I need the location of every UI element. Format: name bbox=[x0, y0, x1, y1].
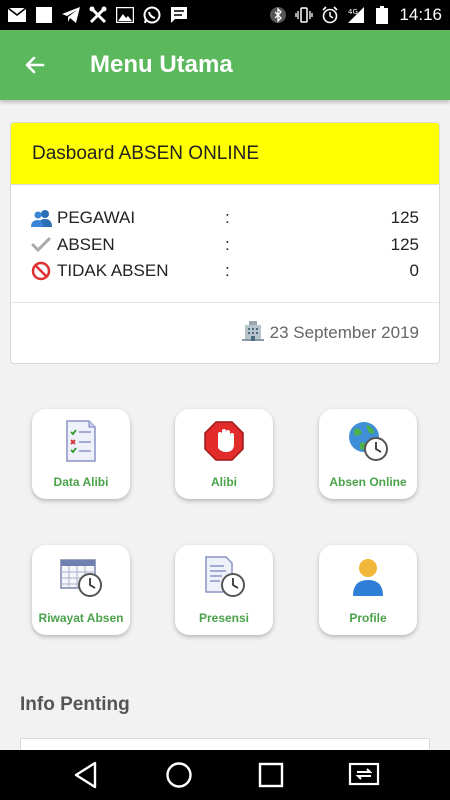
nav-home-button[interactable] bbox=[154, 750, 204, 800]
telegram-icon bbox=[62, 6, 80, 24]
menu-riwayat-absen[interactable]: Riwayat Absen bbox=[32, 545, 130, 635]
nav-switch-button[interactable] bbox=[339, 750, 389, 800]
app-bar: Menu Utama bbox=[0, 30, 450, 100]
image-icon bbox=[116, 6, 134, 24]
stat-row-tidak-absen: TIDAK ABSEN : 0 bbox=[31, 258, 419, 285]
signal-icon: 4G bbox=[347, 6, 365, 24]
menu-data-alibi[interactable]: Data Alibi bbox=[32, 409, 130, 499]
menu-profile[interactable]: Profile bbox=[319, 545, 417, 635]
calendar-clock-icon bbox=[59, 555, 103, 599]
square-recents-icon bbox=[259, 762, 284, 788]
dashboard-footer: 23 September 2019 bbox=[11, 303, 439, 363]
svg-text:4G: 4G bbox=[348, 8, 358, 16]
square-icon bbox=[35, 6, 53, 24]
stat-row-absen: ABSEN : 125 bbox=[31, 232, 419, 259]
stat-value: 125 bbox=[390, 234, 419, 254]
check-icon bbox=[31, 237, 57, 253]
triangle-back-icon bbox=[75, 761, 97, 789]
page-title: Menu Utama bbox=[90, 51, 233, 78]
dashboard-header: Dasboard ABSEN ONLINE bbox=[11, 123, 439, 185]
dashboard-stats: PEGAWAI : 125 ABSEN : 125 TIDAK ABSEN : … bbox=[11, 185, 439, 303]
notification-icons bbox=[8, 6, 188, 24]
user-icon bbox=[346, 555, 390, 599]
tools-icon bbox=[89, 6, 107, 24]
stat-row-pegawai: PEGAWAI : 125 bbox=[31, 205, 419, 232]
circle-home-icon bbox=[166, 762, 192, 788]
dashboard-date: 23 September 2019 bbox=[269, 323, 419, 342]
clock: 14:16 bbox=[399, 5, 442, 24]
nav-recents-button[interactable] bbox=[246, 750, 296, 800]
info-section-title: Info Penting bbox=[20, 694, 130, 715]
building-icon bbox=[241, 320, 264, 346]
battery-icon bbox=[373, 6, 391, 24]
mail-icon bbox=[8, 6, 26, 24]
nav-back-button[interactable] bbox=[61, 750, 111, 800]
checklist-doc-icon bbox=[59, 419, 103, 463]
arrow-left-icon bbox=[25, 56, 45, 74]
bluetooth-icon bbox=[269, 6, 287, 24]
no-entry-icon bbox=[31, 261, 57, 281]
menu-alibi[interactable]: Alibi bbox=[175, 409, 273, 499]
globe-clock-icon bbox=[346, 419, 390, 463]
menu-presensi[interactable]: Presensi bbox=[175, 545, 273, 635]
stat-value: 125 bbox=[390, 208, 419, 228]
dashboard-card: Dasboard ABSEN ONLINE PEGAWAI : 125 ABSE… bbox=[10, 122, 440, 364]
message-icon bbox=[170, 6, 188, 24]
back-button[interactable] bbox=[0, 30, 70, 100]
users-icon bbox=[31, 209, 57, 228]
alarm-icon bbox=[321, 6, 339, 24]
menu-absen-online[interactable]: Absen Online bbox=[319, 409, 417, 499]
system-nav-bar bbox=[0, 750, 450, 800]
system-icons: 4G 14:16 bbox=[269, 5, 442, 25]
status-bar: 4G 14:16 bbox=[0, 0, 450, 30]
stat-value: 0 bbox=[409, 261, 419, 281]
stop-hand-icon bbox=[202, 419, 246, 463]
screen-switch-icon bbox=[348, 762, 379, 786]
vibrate-icon bbox=[295, 6, 314, 24]
whatsapp-icon bbox=[143, 6, 161, 24]
document-clock-icon bbox=[202, 555, 246, 599]
